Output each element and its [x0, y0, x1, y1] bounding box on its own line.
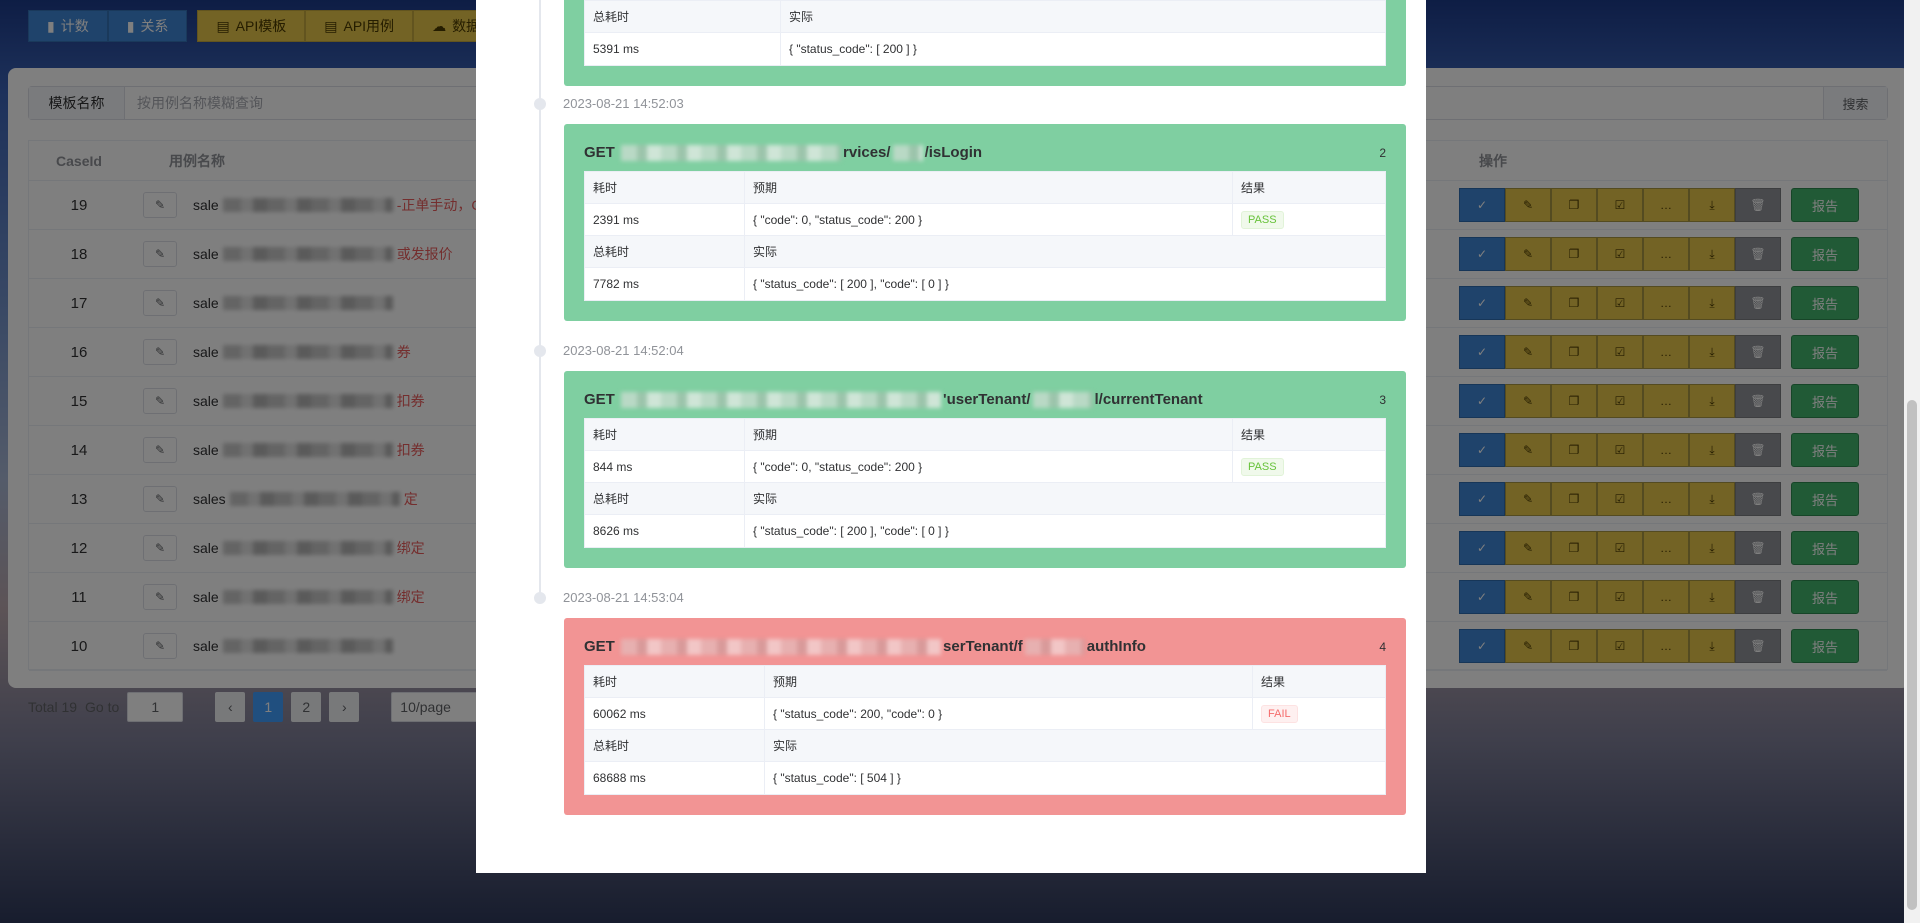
step-total-row: 8626 ms { "status_code": [ 200 ], "code"… — [585, 515, 1385, 548]
step-cost-row: 2391 ms { "code": 0, "status_code": 200 … — [585, 204, 1385, 237]
step-total-row: 68688 ms { "status_code": [ 504 ] } — [585, 762, 1385, 795]
timeline-step-1: 总耗时 实际 5391 ms { "status_code": [ 200 ] … — [564, 0, 1406, 86]
step-request: GET rvices//isLogin — [584, 144, 983, 162]
step-timestamp: 2023-08-21 14:53:04 — [563, 590, 684, 605]
redacted-host — [621, 145, 842, 162]
scrollbar-thumb[interactable] — [1907, 400, 1917, 910]
report-modal: 总耗时 实际 5391 ms { "status_code": [ 200 ] … — [476, 0, 1426, 873]
timeline-dot — [534, 592, 546, 604]
result-tag: PASS — [1241, 457, 1284, 476]
step-title: GET serTenant/f authInfo 4 — [584, 638, 1386, 656]
step-total-header-row: 总耗时 实际 — [585, 730, 1385, 763]
step-total-row: 7782 ms { "status_code": [ 200 ], "code"… — [585, 268, 1385, 301]
step-request: GET serTenant/f authInfo — [584, 638, 1146, 656]
step-total-row: 5391 ms { "status_code": [ 200 ] } — [585, 33, 1385, 65]
timeline-dot — [534, 98, 546, 110]
step-total-header-row: 总耗时 实际 — [585, 483, 1385, 516]
result-tag: PASS — [1241, 210, 1284, 229]
step-timestamp: 2023-08-21 14:52:04 — [563, 343, 684, 358]
redacted-host — [621, 639, 942, 656]
timeline-step: GET 'userTenant/l/currentTenant 3 耗时 预期 … — [564, 371, 1406, 569]
step-cost-header-row: 耗时 预期 结果 — [585, 172, 1385, 205]
step-index: 3 — [1379, 392, 1386, 407]
page-scrollbar[interactable] — [1904, 0, 1920, 923]
step-title: GET rvices//isLogin 2 — [584, 144, 1386, 162]
timeline-dot — [534, 345, 546, 357]
step-total-header-row: 总耗时 实际 — [585, 236, 1385, 269]
step-timestamp: 2023-08-21 14:52:03 — [563, 96, 684, 111]
step-table: 耗时 预期 结果 844 ms { "code": 0, "status_cod… — [584, 418, 1386, 549]
timeline-step: GET rvices//isLogin 2 耗时 预期 结果 2391 ms {… — [564, 124, 1406, 322]
step-table: 耗时 预期 结果 2391 ms { "code": 0, "status_co… — [584, 171, 1386, 302]
redacted-segment — [1032, 392, 1093, 409]
result-tag: FAIL — [1261, 704, 1298, 723]
timeline-line — [539, 0, 541, 602]
step-cost-row: 60062 ms { "status_code": 200, "code": 0… — [585, 698, 1385, 731]
step-cost-row: 844 ms { "code": 0, "status_code": 200 }… — [585, 451, 1385, 484]
redacted-segment — [1024, 639, 1085, 656]
timeline-step: GET serTenant/f authInfo 4 耗时 预期 结果 60062… — [564, 618, 1406, 816]
step-total-header-row: 总耗时 实际 — [585, 1, 1385, 33]
step-cost-header-row: 耗时 预期 结果 — [585, 419, 1385, 452]
step-table: 耗时 预期 结果 60062 ms { "status_code": 200, … — [584, 665, 1386, 796]
redacted-segment — [892, 145, 923, 162]
step-table: 总耗时 实际 5391 ms { "status_code": [ 200 ] … — [584, 0, 1386, 66]
step-cost-header-row: 耗时 预期 结果 — [585, 666, 1385, 699]
step-index: 4 — [1379, 639, 1386, 654]
redacted-host — [621, 392, 942, 409]
step-title: GET 'userTenant/l/currentTenant 3 — [584, 391, 1386, 409]
step-request: GET 'userTenant/l/currentTenant — [584, 391, 1203, 409]
step-index: 2 — [1379, 145, 1386, 160]
